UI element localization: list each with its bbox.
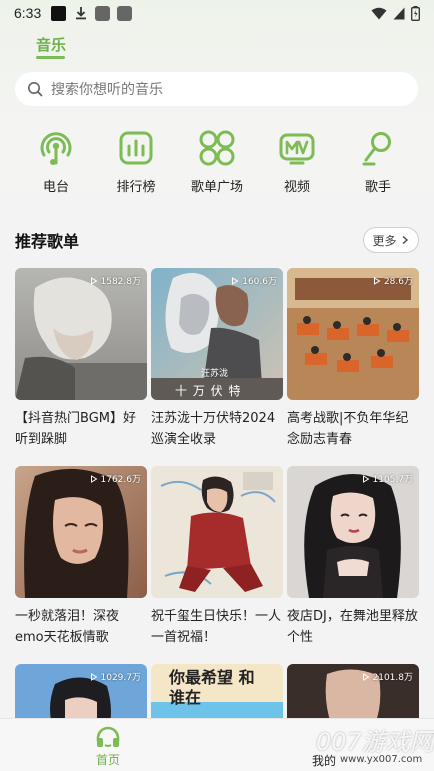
battery-icon <box>411 5 420 21</box>
cover-title-text: 你最希望 和谁在 <box>169 668 255 707</box>
category-nav: 电台 排行榜 歌单广场 视频 歌手 <box>0 128 434 200</box>
watermark-text: 007游戏网 <box>316 728 434 756</box>
playlist-card[interactable]: 1105.7万 夜店DJ，在舞池里释放个性 <box>287 466 419 648</box>
chevron-right-icon <box>402 235 408 245</box>
play-count-text: 2101.8万 <box>372 673 414 683</box>
cover-name-text: 汪苏泷 <box>201 369 229 379</box>
playlist-cover: 28.6万 <box>287 268 419 400</box>
play-icon <box>90 672 97 681</box>
nav-radio[interactable]: 电台 <box>16 128 96 195</box>
play-count: 1105.7万 <box>362 472 414 485</box>
status-time: 6:33 <box>14 5 42 21</box>
play-count: 28.6万 <box>373 274 413 287</box>
playlist-card[interactable]: 28.6万 高考战歌|不负年华纪念励志青春 <box>287 268 419 450</box>
chart-bars-icon <box>119 131 153 165</box>
play-count-text: 1105.7万 <box>372 475 414 485</box>
playlist-title: 祝千玺生日快乐！一人一首祝福！ <box>151 609 282 645</box>
play-count: 1762.6万 <box>90 472 142 485</box>
search-placeholder: 搜索你想听的音乐 <box>51 82 163 98</box>
playlist-title: 汪苏泷十万伏特2024巡演全收录 <box>151 411 276 447</box>
watermark-url: www.yx007.com <box>340 754 423 765</box>
play-count-text: 28.6万 <box>383 277 413 287</box>
more-button[interactable]: 更多 <box>363 227 419 253</box>
play-count: 1029.7万 <box>90 670 142 683</box>
tab-music[interactable]: 音乐 <box>36 34 66 55</box>
section-title: 推荐歌单 <box>15 232 80 251</box>
play-icon <box>362 474 369 483</box>
play-count: 2101.8万 <box>362 670 414 683</box>
play-count: 160.6万 <box>231 274 277 287</box>
playlist-cover <box>151 466 283 598</box>
playlist-cover: 1582.8万 <box>15 268 147 400</box>
playlist-title: 夜店DJ，在舞池里释放个性 <box>287 609 418 645</box>
notification-app-icon <box>51 5 67 21</box>
mv-icon <box>279 133 315 165</box>
playlist-cover: 1762.6万 <box>15 466 147 598</box>
notification-icon <box>117 5 133 21</box>
nav-singer[interactable]: 歌手 <box>338 128 418 195</box>
playlist-title: 【抖音热门BGM】好听到跺脚 <box>15 411 136 447</box>
play-icon <box>362 672 369 681</box>
singer-mic-icon <box>362 132 391 166</box>
play-count-text: 160.6万 <box>242 277 277 287</box>
playlist-card[interactable]: 汪苏泷 十 万 伏 特 160.6万 汪苏泷十万伏特2024巡演全收录 <box>151 268 283 450</box>
play-count-text: 1582.8万 <box>100 277 142 287</box>
play-icon <box>90 474 97 483</box>
play-icon <box>90 276 97 285</box>
nav-label: 歌单广场 <box>190 180 243 195</box>
nav-charts[interactable]: 排行榜 <box>96 128 176 195</box>
more-label: 更多 <box>372 233 397 248</box>
play-icon <box>232 276 239 285</box>
signal-icon <box>393 7 405 19</box>
cover-caption-text: 十 万 伏 特 <box>175 384 242 398</box>
nav-label: 视频 <box>283 180 310 195</box>
nav-label: 排行榜 <box>116 180 156 195</box>
nav-label: 电台 <box>42 180 69 195</box>
search-input[interactable]: 搜索你想听的音乐 <box>15 72 418 106</box>
nav-label: 歌手 <box>364 180 391 195</box>
playlist-title: 高考战歌|不负年华纪念励志青春 <box>287 411 409 447</box>
tab-indicator <box>36 56 65 59</box>
tab-home[interactable]: 首页 <box>88 725 128 768</box>
playlist-cover: 1105.7万 <box>287 466 419 598</box>
tab-home-label: 首页 <box>95 753 120 767</box>
play-icon <box>373 276 381 285</box>
radio-icon <box>40 132 72 165</box>
download-icon <box>73 6 88 21</box>
nav-playlist-square[interactable]: 歌单广场 <box>177 128 257 195</box>
playlist-title: 一秒就落泪！深夜emo天花板情歌 <box>15 609 120 645</box>
play-count-text: 1029.7万 <box>100 673 142 683</box>
play-count-text: 1762.6万 <box>100 475 142 485</box>
play-count: 1582.8万 <box>90 274 142 287</box>
status-bar: 6:33 <box>0 0 434 26</box>
grid-circles-icon <box>199 130 235 166</box>
headphones-icon <box>96 726 120 747</box>
search-icon <box>28 82 43 97</box>
playlist-card[interactable]: 祝千玺生日快乐！一人一首祝福！ <box>151 466 283 648</box>
status-right <box>371 5 420 21</box>
playlist-cover: 汪苏泷 十 万 伏 特 160.6万 <box>151 268 283 400</box>
nav-video[interactable]: 视频 <box>257 128 337 195</box>
playlist-card[interactable]: 1762.6万 一秒就落泪！深夜emo天花板情歌 <box>15 466 147 648</box>
playlist-card[interactable]: 1582.8万 【抖音热门BGM】好听到跺脚 <box>15 268 147 450</box>
notification-icon <box>95 5 111 21</box>
wifi-icon <box>371 7 387 19</box>
